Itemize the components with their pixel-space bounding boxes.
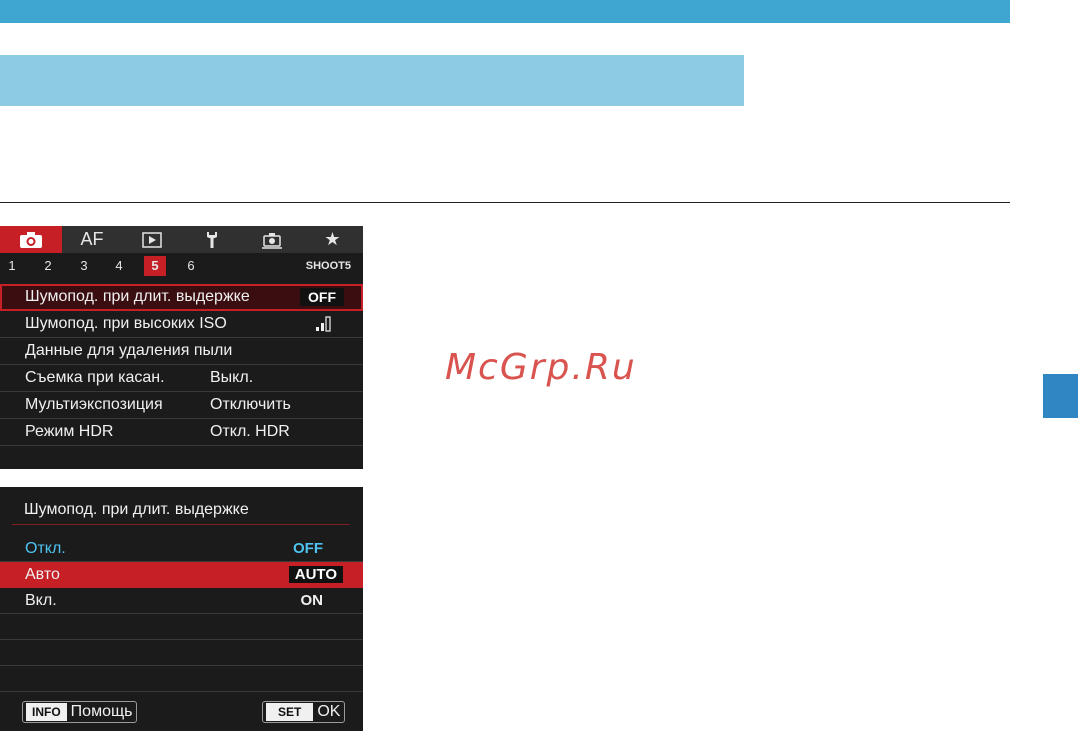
option-label: Авто [25,566,60,583]
tab-my-menu[interactable]: ★ [302,226,363,253]
menu-tab-bar: AF ★ [0,226,363,253]
menu-item-touch-shutter[interactable]: Съемка при касан. Выкл. [0,365,363,392]
menu-item-label: Мультиэкспозиция [25,396,163,413]
page-4[interactable]: 4 [108,256,130,276]
tab-shooting[interactable] [0,226,62,253]
option-screen-title: Шумопод. при длит. выдержке [24,501,249,518]
playback-icon [142,231,162,248]
page-5[interactable]: 5 [144,256,166,276]
empty-row [0,640,363,666]
menu-item-value: OFF [300,288,344,306]
menu-item-label: Шумопод. при высоких ISO [25,315,227,332]
menu-item-value: Откл. HDR [210,423,290,440]
tab-af[interactable]: AF [62,226,122,253]
page-number-bar: 1 2 3 4 5 6 SHOOT5 [0,253,363,279]
tab-custom-functions[interactable] [242,226,302,253]
option-label: Откл. [25,540,66,557]
empty-row [0,666,363,692]
option-off[interactable]: Откл. OFF [0,536,363,562]
af-tab-label: AF [80,229,104,249]
shoot-page-label: SHOOT5 [305,260,351,272]
info-label: Помощь [70,703,133,720]
menu-item-label: Шумопод. при длит. выдержке [25,288,250,305]
tab-playback[interactable] [122,226,182,253]
option-value: AUTO [288,566,343,583]
watermark-text: McGrp.Ru [445,347,637,388]
option-on[interactable]: Вкл. ON [0,588,363,614]
option-auto[interactable]: Авто AUTO [0,562,363,588]
section-bar [0,55,744,106]
page-6[interactable]: 6 [180,256,202,276]
menu-item-high-iso-nr[interactable]: Шумопод. при высоких ISO [0,311,363,338]
chapter-side-tab [1043,374,1078,418]
camera-icon [20,231,42,248]
wrench-icon [207,231,217,248]
page-3[interactable]: 3 [73,256,95,276]
menu-item-dust-delete-data[interactable]: Данные для удаления пыли [0,338,363,365]
option-value: ON [300,592,324,609]
header-bar [0,0,1010,23]
star-icon: ★ [324,229,341,249]
info-key: INFO [26,703,67,721]
ok-label: OK [317,703,341,720]
camera-menu-screen: AF ★ 1 2 3 4 5 6 SHOOT5 Шумопод. при дли… [0,226,363,469]
menu-item-label: Данные для удаления пыли [25,342,233,359]
camera-option-screen: Шумопод. при длит. выдержке Откл. OFF Ав… [0,487,363,731]
menu-item-label: Режим HDR [25,423,114,440]
menu-item-value: Отключить [210,396,291,413]
title-underline [12,524,350,525]
page-2[interactable]: 2 [37,256,59,276]
page-1[interactable]: 1 [1,256,23,276]
set-ok-button[interactable]: SET OK [262,701,346,723]
set-key: SET [266,703,314,721]
info-help-button[interactable]: INFO Помощь [22,701,138,723]
option-footer: INFO Помощь SET OK [0,693,363,731]
option-value: OFF [293,540,323,557]
menu-item-hdr-mode[interactable]: Режим HDR Откл. HDR [0,419,363,446]
menu-item-long-exposure-nr[interactable]: Шумопод. при длит. выдержке OFF [0,284,363,311]
empty-row [0,614,363,640]
custom-function-icon [262,232,282,249]
menu-item-label: Съемка при касан. [25,369,165,386]
option-label: Вкл. [25,592,57,609]
tab-setup[interactable] [182,226,242,253]
divider-line [0,202,1010,203]
menu-item-multiple-exposure[interactable]: Мультиэкспозиция Отключить [0,392,363,419]
menu-item-value: Выкл. [210,369,254,386]
nr-level-icon [316,316,331,332]
